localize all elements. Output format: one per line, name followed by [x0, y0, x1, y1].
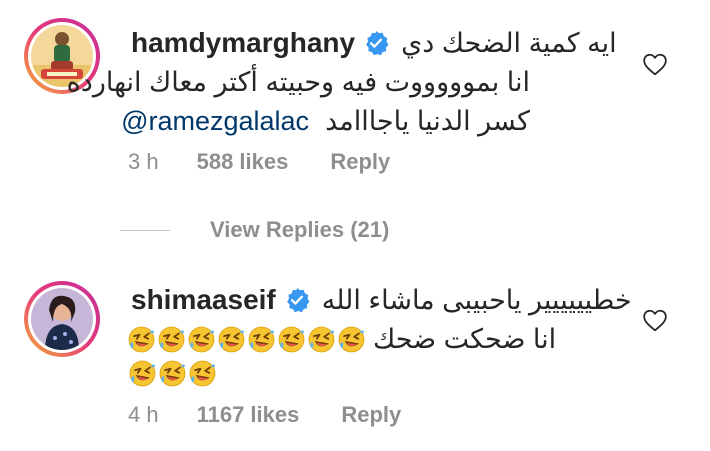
view-replies-link[interactable]: View Replies (21)	[210, 217, 389, 243]
mention-link[interactable]: @ramezgalalac	[121, 106, 309, 137]
rofl-emoji-icon	[159, 360, 186, 387]
comment-text: كسر الدنيا ياجااامد	[325, 105, 530, 136]
rofl-emoji-icon	[338, 326, 365, 353]
reply-button[interactable]: Reply	[330, 149, 390, 175]
rofl-emoji-icon	[278, 326, 305, 353]
likes-count[interactable]: 1167 likes	[197, 402, 300, 428]
avatar-inner	[28, 285, 96, 353]
comment-text-line-1: ايه كمية الضحك دي	[401, 27, 617, 58]
comment-header: hamdymarghany ايه كمية الضحك دي	[131, 23, 617, 63]
comment-meta: 4 h 1167 likes Reply	[128, 401, 401, 429]
rofl-emoji-icon	[188, 326, 215, 353]
divider-line	[120, 229, 170, 231]
comment-text-line-1: خطيييييير ياحبيبى ماشاء الله	[321, 284, 632, 315]
reply-button[interactable]: Reply	[341, 402, 401, 428]
emoji-group	[128, 326, 365, 353]
heart-icon[interactable]	[642, 308, 668, 332]
comment-meta: 3 h 588 likes Reply	[128, 148, 390, 176]
rofl-emoji-icon	[218, 326, 245, 353]
verified-badge-icon	[363, 30, 389, 56]
comment-header: shimaaseif خطيييييير ياحبيبى ماشاء الله	[131, 280, 632, 320]
comment-text: انا ضحكت ضحك	[373, 323, 557, 354]
verified-badge-icon	[284, 287, 310, 313]
rofl-emoji-icon	[308, 326, 335, 353]
rofl-emoji-icon	[248, 326, 275, 353]
timestamp: 3 h	[128, 149, 159, 174]
rofl-emoji-icon	[128, 326, 155, 353]
emoji-group	[129, 360, 216, 387]
comment-text-line-2: انا ضحكت ضحك	[128, 319, 556, 359]
rofl-emoji-icon	[129, 360, 156, 387]
heart-icon[interactable]	[642, 52, 668, 76]
comment-text: انا بموووووت فيه وحبيته أكتر معاك انهارد…	[66, 66, 530, 97]
username-link[interactable]: shimaaseif	[131, 284, 276, 316]
username-link[interactable]: hamdymarghany	[131, 27, 355, 59]
comment-text-line-2: انا بموووووت فيه وحبيته أكتر معاك انهارد…	[67, 62, 530, 102]
likes-count[interactable]: 588 likes	[197, 149, 289, 175]
rofl-emoji-icon	[189, 360, 216, 387]
rofl-emoji-icon	[158, 326, 185, 353]
comment-text-line-3: كسر الدنيا ياجااامد @ramezgalalac	[121, 101, 530, 141]
timestamp: 4 h	[128, 402, 159, 427]
avatar-shimaaseif[interactable]	[24, 281, 100, 357]
avatar-photo	[31, 288, 93, 350]
view-replies-row[interactable]: View Replies (21)	[120, 214, 389, 246]
